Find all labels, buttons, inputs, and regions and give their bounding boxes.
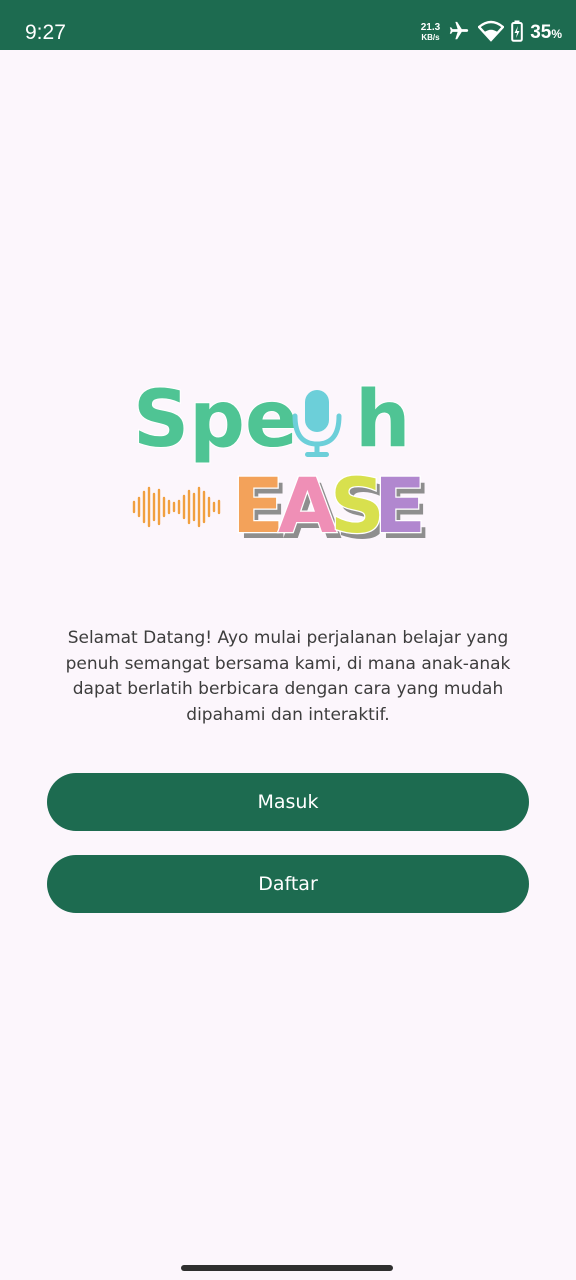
home-indicator[interactable] — [181, 1265, 393, 1271]
battery-percentage-unit: % — [551, 27, 562, 41]
battery-icon — [511, 20, 523, 46]
speech-wordmark: Spe h — [132, 374, 412, 466]
speech-letters-sp: Spe — [133, 375, 298, 465]
status-icons: 21.3 KB/s 35% — [421, 18, 562, 48]
battery-percentage-value: 35 — [530, 22, 552, 43]
status-bar: 9:27 21.3 KB/s 35% — [0, 0, 576, 50]
speech-ease-logo: Spe h E A S E E A S E — [132, 374, 431, 550]
sound-wave-icon — [132, 486, 221, 528]
welcome-message: Selamat Datang! Ayo mulai perjalanan bel… — [65, 628, 511, 725]
wifi-icon — [477, 20, 505, 46]
login-button[interactable]: Masuk — [47, 773, 529, 831]
speech-letters-h: h — [355, 375, 411, 465]
airplane-icon — [447, 20, 471, 46]
battery-percentage: 35% — [530, 22, 562, 44]
network-speed: 21.3 KB/s — [421, 23, 440, 43]
microphone-icon — [292, 390, 342, 457]
ease-letter-e1: E — [232, 461, 284, 550]
status-time: 9:27 — [25, 21, 66, 44]
ease-letter-a: A — [278, 461, 337, 550]
register-button[interactable]: Daftar — [47, 855, 529, 913]
ease-letter-e2: E — [374, 461, 426, 550]
network-speed-unit: KB/s — [421, 33, 440, 42]
ease-wordmark: E A S E E A S E — [231, 460, 431, 550]
network-speed-value: 21.3 — [420, 22, 441, 33]
